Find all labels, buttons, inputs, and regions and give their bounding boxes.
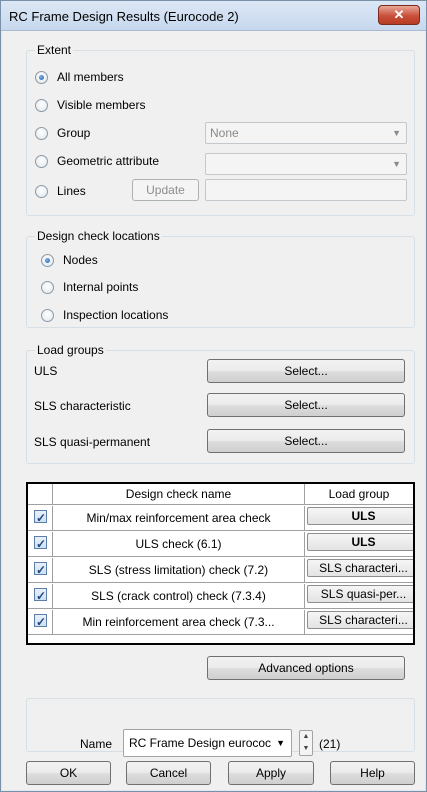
visible-members-radio[interactable] — [35, 99, 48, 112]
nodes-radio[interactable] — [41, 254, 54, 267]
load-group-cell: SLS quasi-per... ▼ — [305, 584, 413, 608]
title-bar: RC Frame Design Results (Eurocode 2) ✕ — [1, 1, 426, 31]
load-group-cell: SLS characteri... ▼ — [305, 558, 413, 582]
uls-select-button[interactable]: Select... — [207, 359, 405, 383]
name-combo-value: RC Frame Design eurococ — [129, 736, 272, 750]
ok-button[interactable]: OK — [26, 761, 111, 785]
row-check-cell — [28, 558, 53, 582]
visible-members-label[interactable]: Visible members — [57, 98, 145, 112]
design-check-name-cell: ULS check (6.1) — [53, 532, 305, 556]
design-checks-table: Design check name Load group Min/max rei… — [26, 482, 415, 645]
row-checkbox[interactable] — [34, 534, 47, 555]
row-checkbox[interactable] — [34, 560, 47, 581]
load-group-cell: SLS characteri... ▼ — [305, 610, 413, 634]
design-check-locations-label: Design check locations — [35, 229, 162, 243]
geometric-attribute-radio[interactable] — [35, 155, 48, 168]
apply-button[interactable]: Apply — [228, 761, 314, 785]
load-group-button[interactable]: SLS characteri... — [307, 611, 413, 629]
geometric-attribute-combo[interactable]: ▼ — [205, 153, 407, 175]
group-label[interactable]: Group — [57, 126, 90, 140]
uls-label: ULS — [34, 364, 58, 378]
load-group-cell: ULS ▼ — [305, 532, 413, 556]
extent-group-label: Extent — [35, 43, 74, 57]
name-spinner[interactable]: ▲ ▼ — [299, 730, 313, 756]
chevron-down-icon: ▼ — [392, 128, 401, 138]
name-count: (21) — [319, 737, 341, 751]
table-row: Min reinforcement area check (7.3... SLS… — [28, 610, 413, 635]
internal-points-radio[interactable] — [41, 281, 54, 294]
group-combo-value: None — [210, 126, 239, 140]
row-checkbox[interactable] — [34, 586, 47, 607]
design-check-name-cell: SLS (stress limitation) check (7.2) — [53, 558, 305, 582]
name-label: Name — [80, 737, 113, 751]
spin-down-icon[interactable]: ▼ — [300, 743, 312, 755]
table-row: SLS (crack control) check (7.3.4) SLS qu… — [28, 584, 413, 609]
row-check-cell — [28, 610, 53, 634]
all-members-radio[interactable] — [35, 71, 48, 84]
lines-label[interactable]: Lines — [57, 184, 86, 198]
row-check-cell — [28, 506, 53, 530]
load-group-button[interactable]: ULS — [307, 533, 413, 551]
name-combo[interactable]: RC Frame Design eurococ ▼ — [123, 729, 292, 757]
load-group-button[interactable]: SLS quasi-per... — [307, 585, 413, 603]
load-group-cell: ULS ▼ — [305, 506, 413, 530]
design-check-name-header[interactable]: Design check name — [53, 484, 305, 504]
chevron-down-icon: ▼ — [392, 159, 401, 169]
row-checkbox[interactable] — [34, 612, 47, 633]
table-header-row: Design check name Load group — [28, 484, 413, 505]
load-group-button[interactable]: SLS characteri... — [307, 559, 413, 577]
sls-quasi-permanent-label: SLS quasi-permanent — [34, 435, 151, 449]
lines-radio[interactable] — [35, 185, 48, 198]
sls-quasi-permanent-select-button[interactable]: Select... — [207, 429, 405, 453]
table-row: Min/max reinforcement area check ULS ▼ — [28, 506, 413, 531]
internal-points-label[interactable]: Internal points — [63, 280, 138, 294]
sls-characteristic-select-button[interactable]: Select... — [207, 393, 405, 417]
load-groups-label: Load groups — [35, 343, 106, 357]
table-row: SLS (stress limitation) check (7.2) SLS … — [28, 558, 413, 583]
inspection-locations-label[interactable]: Inspection locations — [63, 308, 168, 322]
window-title: RC Frame Design Results (Eurocode 2) — [9, 9, 239, 24]
group-combo[interactable]: None ▼ — [205, 122, 407, 144]
geometric-attribute-label[interactable]: Geometric attribute — [57, 154, 159, 168]
close-icon: ✕ — [393, 7, 405, 22]
load-group-button[interactable]: ULS — [307, 507, 413, 525]
lines-input[interactable] — [205, 179, 407, 201]
inspection-locations-radio[interactable] — [41, 309, 54, 322]
design-check-name-cell: Min/max reinforcement area check — [53, 506, 305, 530]
design-check-name-cell: Min reinforcement area check (7.3... — [53, 610, 305, 634]
update-button[interactable]: Update — [132, 179, 199, 201]
load-group-header[interactable]: Load group — [305, 484, 413, 504]
table-row: ULS check (6.1) ULS ▼ — [28, 532, 413, 557]
close-button[interactable]: ✕ — [378, 5, 420, 25]
sls-characteristic-label: SLS characteristic — [34, 399, 131, 413]
row-checkbox[interactable] — [34, 508, 47, 529]
all-members-label[interactable]: All members — [57, 70, 124, 84]
row-check-cell — [28, 532, 53, 556]
checkbox-column-header — [28, 484, 53, 504]
group-radio[interactable] — [35, 127, 48, 140]
chevron-down-icon: ▼ — [276, 738, 285, 748]
help-button[interactable]: Help — [330, 761, 415, 785]
spin-up-icon[interactable]: ▲ — [300, 731, 312, 743]
design-check-name-cell: SLS (crack control) check (7.3.4) — [53, 584, 305, 608]
dialog-window: RC Frame Design Results (Eurocode 2) ✕ E… — [0, 0, 427, 792]
nodes-label[interactable]: Nodes — [63, 253, 98, 267]
cancel-button[interactable]: Cancel — [126, 761, 211, 785]
advanced-options-button[interactable]: Advanced options — [207, 656, 405, 680]
row-check-cell — [28, 584, 53, 608]
